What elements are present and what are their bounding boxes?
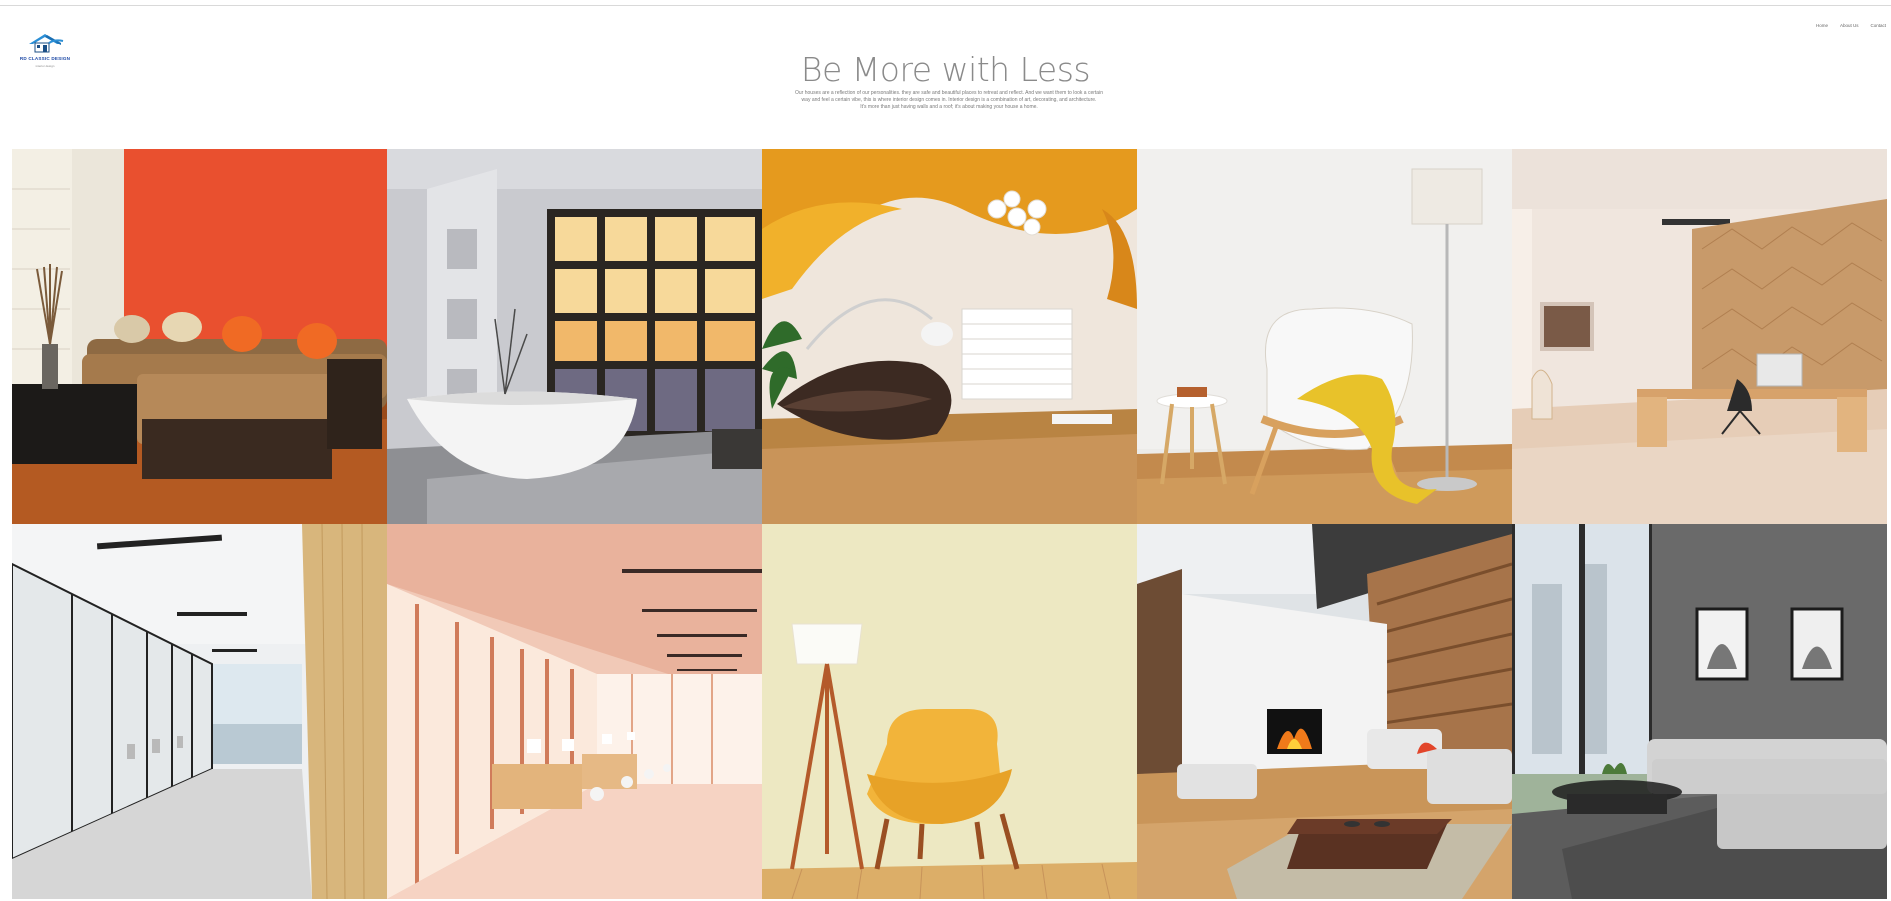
white-armchair-floor-lamp-photo[interactable] — [1137, 149, 1512, 524]
hero-description-line: It's more than just having walls and a r… — [860, 104, 1038, 110]
gallery-image — [1512, 524, 1887, 899]
hero-description: Our houses are a reflection of our perso… — [772, 90, 1126, 111]
interior-gallery — [12, 149, 1887, 899]
orange-ceiling-lounge-photo[interactable] — [762, 149, 1137, 524]
white-bathroom-bathtub-photo[interactable] — [387, 149, 762, 524]
main-nav: Home About Us Contact — [1816, 23, 1886, 28]
gallery-image — [762, 524, 1137, 899]
glass-office-corridor-photo[interactable] — [12, 524, 387, 899]
living-room-orange-wall-photo[interactable] — [12, 149, 387, 524]
fireplace-living-room-photo[interactable] — [1137, 524, 1512, 899]
gray-sofa-living-room-photo[interactable] — [1512, 524, 1887, 899]
hero-title: Be More with Less — [800, 50, 1091, 89]
wood-panel-home-office-photo[interactable] — [1512, 149, 1887, 524]
hero-description-line: Our houses are a reflection of our perso… — [795, 90, 1103, 96]
gallery-image — [1512, 149, 1887, 524]
gallery-image — [1137, 524, 1512, 899]
gallery-image — [12, 524, 387, 899]
gallery-image — [12, 149, 387, 524]
top-divider — [0, 5, 1891, 6]
nav-item-about-us[interactable]: About Us — [1840, 23, 1859, 28]
nav-item-home[interactable]: Home — [1816, 23, 1828, 28]
gallery-image — [762, 149, 1137, 524]
pink-open-office-photo[interactable] — [387, 524, 762, 899]
yellow-armchair-lamp-photo[interactable] — [762, 524, 1137, 899]
gallery-image — [1137, 149, 1512, 524]
hero-description-line: way and feel a certain vibe, this is whe… — [801, 97, 1097, 103]
nav-item-contact[interactable]: Contact — [1870, 23, 1886, 28]
gallery-image — [387, 524, 762, 899]
page: RD CLASSIC DESIGN interior design Home A… — [0, 0, 1891, 901]
gallery-image — [387, 149, 762, 524]
